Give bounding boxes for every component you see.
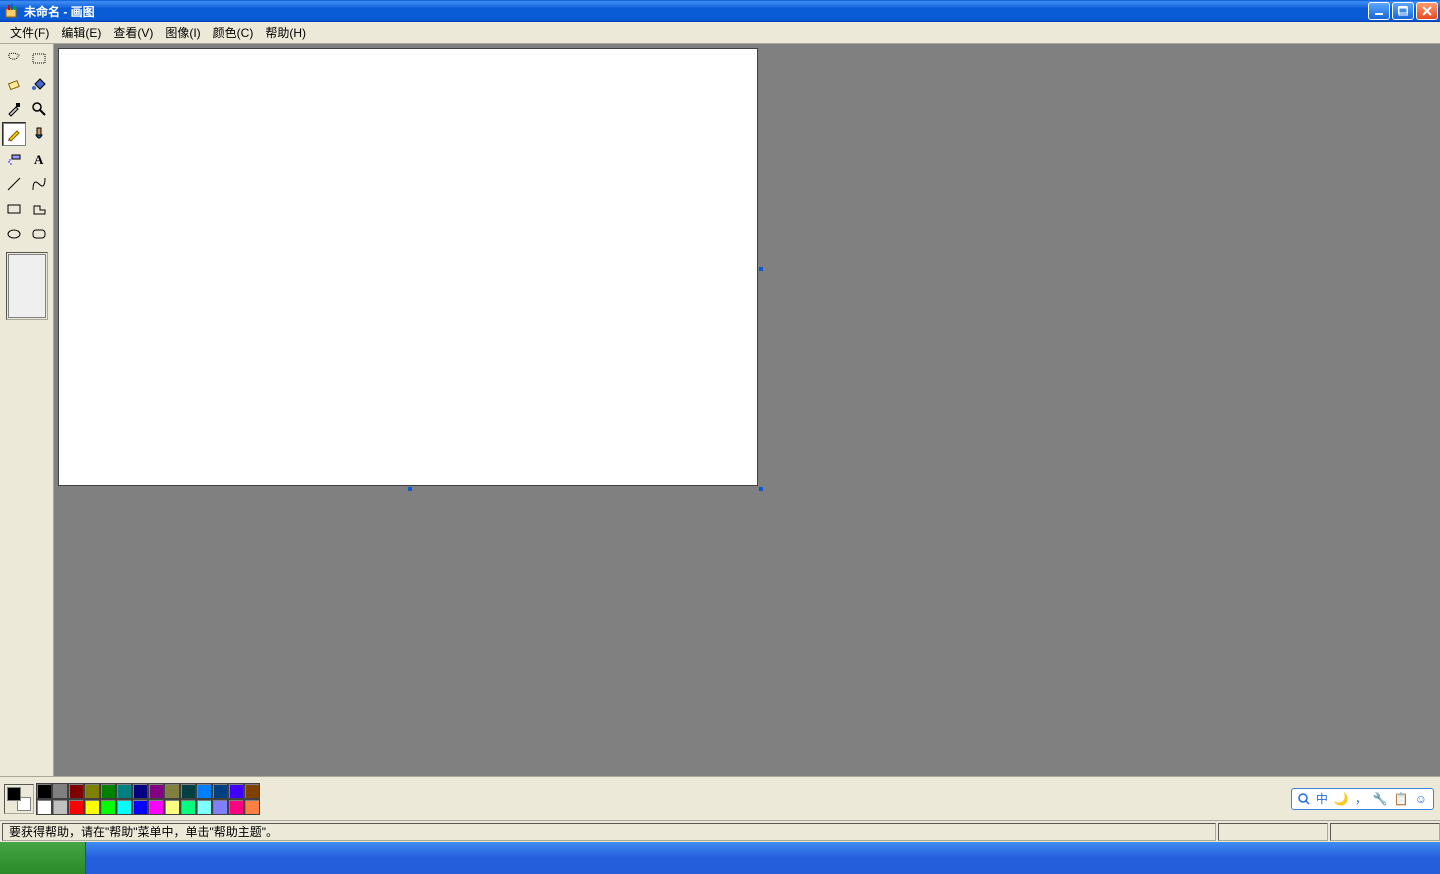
color-swatch[interactable] xyxy=(180,799,196,815)
color-swatch[interactable] xyxy=(212,783,228,799)
ime-settings-icon[interactable]: 🔧 xyxy=(1373,792,1388,806)
color-swatch[interactable] xyxy=(36,783,52,799)
canvas[interactable] xyxy=(58,48,758,486)
color-swatch[interactable] xyxy=(100,799,116,815)
eyedropper-tool[interactable] xyxy=(2,97,26,121)
resize-handle-bottom[interactable] xyxy=(408,487,412,491)
minimize-button[interactable] xyxy=(1368,2,1390,20)
status-bar: 要获得帮助，请在"帮助"菜单中，单击"帮助主题"。 xyxy=(0,820,1440,842)
color-swatch[interactable] xyxy=(148,799,164,815)
window-title: 未命名 - 画图 xyxy=(24,3,95,20)
app-icon xyxy=(4,3,20,19)
tool-options-box xyxy=(6,252,48,320)
color-swatch[interactable] xyxy=(164,799,180,815)
color-swatch[interactable] xyxy=(100,783,116,799)
color-swatch[interactable] xyxy=(196,799,212,815)
color-swatch[interactable] xyxy=(132,799,148,815)
color-swatch[interactable] xyxy=(116,799,132,815)
eraser-tool[interactable] xyxy=(2,72,26,96)
svg-text:A: A xyxy=(34,152,44,167)
color-swatch[interactable] xyxy=(68,783,84,799)
foreground-color-indicator[interactable] xyxy=(7,787,21,801)
canvas-workspace[interactable] xyxy=(54,44,1440,776)
color-swatch[interactable] xyxy=(148,783,164,799)
color-swatch[interactable] xyxy=(68,799,84,815)
airbrush-tool[interactable] xyxy=(2,147,26,171)
status-help-text: 要获得帮助，请在"帮助"菜单中，单击"帮助主题"。 xyxy=(2,823,1216,841)
menu-file[interactable]: 文件(F) xyxy=(4,22,55,43)
taskbar[interactable] xyxy=(0,842,1440,874)
maximize-button[interactable] xyxy=(1392,2,1414,20)
menu-help[interactable]: 帮助(H) xyxy=(259,22,312,43)
ime-clipboard-icon[interactable]: 📋 xyxy=(1394,792,1409,806)
brush-tool[interactable] xyxy=(27,122,51,146)
pencil-tool[interactable] xyxy=(2,122,26,146)
current-colors[interactable] xyxy=(4,784,34,814)
title-bar: 未命名 - 画图 xyxy=(0,0,1440,22)
fill-tool[interactable] xyxy=(27,72,51,96)
resize-handle-right[interactable] xyxy=(759,267,763,271)
text-tool[interactable]: A xyxy=(27,147,51,171)
ime-mode[interactable]: 中 xyxy=(1316,790,1328,807)
ime-punct[interactable]: ， xyxy=(1355,790,1367,807)
toolbox: A xyxy=(0,44,54,776)
color-swatch[interactable] xyxy=(196,783,212,799)
color-swatch[interactable] xyxy=(132,783,148,799)
ime-emoji-icon[interactable]: ☺ xyxy=(1415,792,1427,806)
color-swatch[interactable] xyxy=(212,799,228,815)
start-button[interactable] xyxy=(0,842,86,874)
menu-bar: 文件(F)编辑(E)查看(V)图像(I)颜色(C)帮助(H) xyxy=(0,22,1440,44)
status-position xyxy=(1218,823,1328,841)
color-swatch[interactable] xyxy=(52,783,68,799)
ime-shape-icon[interactable]: 🌙 xyxy=(1334,792,1349,806)
color-swatch[interactable] xyxy=(36,799,52,815)
status-size xyxy=(1330,823,1440,841)
curve-tool[interactable] xyxy=(27,172,51,196)
main-area: A xyxy=(0,44,1440,776)
free-select-tool[interactable] xyxy=(2,47,26,71)
color-swatch[interactable] xyxy=(84,799,100,815)
rounded-rect-tool[interactable] xyxy=(27,222,51,246)
rect-select-tool[interactable] xyxy=(27,47,51,71)
ellipse-tool[interactable] xyxy=(2,222,26,246)
menu-image[interactable]: 图像(I) xyxy=(159,22,206,43)
ime-search-icon[interactable] xyxy=(1298,793,1310,805)
line-tool[interactable] xyxy=(2,172,26,196)
menu-view[interactable]: 查看(V) xyxy=(107,22,159,43)
ime-toolbar[interactable]: 中 🌙 ， 🔧 📋 ☺ xyxy=(1291,788,1434,810)
polygon-tool[interactable] xyxy=(27,197,51,221)
resize-handle-corner[interactable] xyxy=(759,487,763,491)
close-button[interactable] xyxy=(1416,2,1438,20)
magnifier-tool[interactable] xyxy=(27,97,51,121)
menu-colors[interactable]: 颜色(C) xyxy=(207,22,260,43)
color-swatch[interactable] xyxy=(164,783,180,799)
color-swatch[interactable] xyxy=(228,799,244,815)
window-buttons xyxy=(1368,2,1440,20)
color-swatch[interactable] xyxy=(84,783,100,799)
color-swatch[interactable] xyxy=(180,783,196,799)
color-palette-bar: 中 🌙 ， 🔧 📋 ☺ xyxy=(0,776,1440,820)
color-swatch[interactable] xyxy=(52,799,68,815)
color-palette xyxy=(36,783,260,815)
color-swatch[interactable] xyxy=(244,783,260,799)
color-swatch[interactable] xyxy=(228,783,244,799)
rectangle-tool[interactable] xyxy=(2,197,26,221)
color-swatch[interactable] xyxy=(244,799,260,815)
color-swatch[interactable] xyxy=(116,783,132,799)
menu-edit[interactable]: 编辑(E) xyxy=(55,22,107,43)
